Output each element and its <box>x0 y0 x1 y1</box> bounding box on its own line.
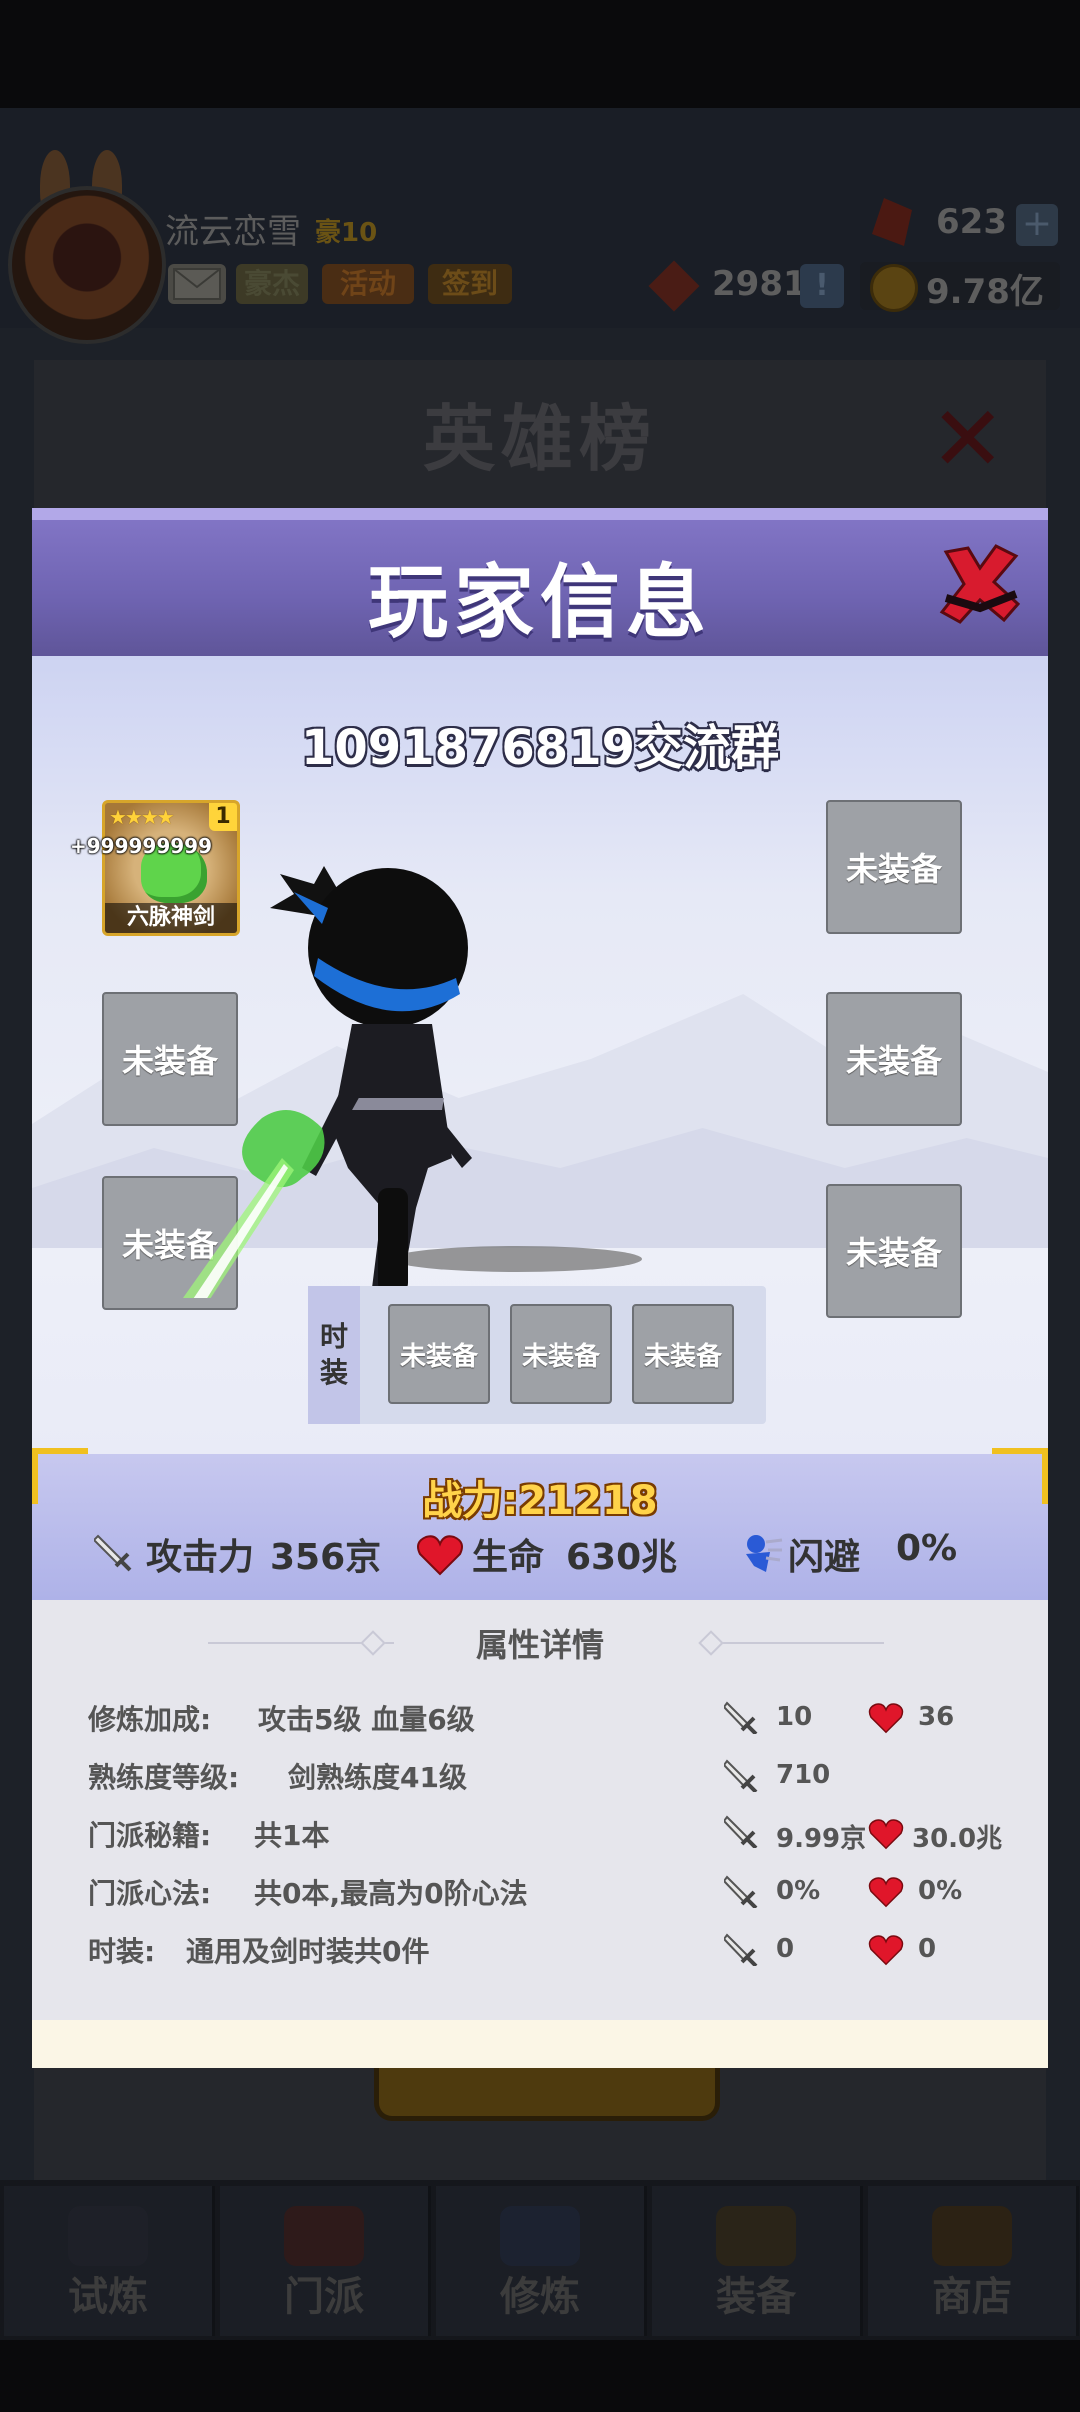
detail-hp-value: 30.0兆 <box>912 1824 1003 1854</box>
detail-row-label: 门派秘籍: <box>88 1819 212 1852</box>
gem-count: 623 <box>936 202 1007 242</box>
player-name: 1091876819交流群 <box>301 720 779 776</box>
hp-value: 630兆 <box>566 1537 678 1578</box>
player-info-modal: 玩家信息 1091876819交流群 ★★★★ 1 六脉神剑 +99999999… <box>32 508 1048 2068</box>
mail-icon <box>173 268 221 300</box>
detail-row-desc: 共1本 <box>254 1819 330 1852</box>
close-icon[interactable] <box>934 538 1024 628</box>
detail-row-desc: 剑熟练度41级 <box>288 1761 467 1794</box>
nav-label-equip: 装备 <box>716 2274 796 2320</box>
nav-label-sect: 门派 <box>284 2274 364 2320</box>
costume-label-char: 装 <box>319 1356 348 1389</box>
ninja-icon <box>68 2206 148 2266</box>
hero-board-title: 英雄榜 <box>422 397 657 481</box>
attack-label: 攻击力 <box>146 1537 255 1578</box>
coin-count: 9.78亿 <box>926 272 1044 312</box>
costume-slot[interactable]: 未装备 <box>510 1304 612 1404</box>
equipment-slot[interactable]: 未装备 <box>826 1184 962 1318</box>
activity-button[interactable]: 活动 <box>322 264 414 304</box>
detail-attack-value: 10 <box>776 1702 813 1732</box>
detail-hp-value: 0% <box>918 1876 963 1906</box>
dodge-icon <box>746 1535 783 1572</box>
detail-row-desc: 通用及剑时装共0件 <box>186 1935 430 1968</box>
dodge-value: 0% <box>896 1528 958 1569</box>
player-nickname: 流云恋雪 <box>165 212 301 252</box>
temple-icon <box>284 2206 364 2266</box>
detail-row-desc: 攻击5级 血量6级 <box>258 1703 475 1736</box>
nav-label-cultivate: 修炼 <box>500 2274 580 2320</box>
sword-icon <box>724 1875 758 1908</box>
detail-row-label: 门派心法: <box>88 1877 212 1910</box>
dodge-label: 闪避 <box>788 1537 861 1578</box>
mail-button[interactable] <box>168 264 226 304</box>
detail-attack-value: 710 <box>776 1760 831 1790</box>
detail-row-label: 时装: <box>88 1935 156 1968</box>
shop-icon <box>932 2206 1012 2266</box>
detail-attack-value: 0% <box>776 1876 821 1906</box>
signin-button[interactable]: 签到 <box>428 264 512 304</box>
costume-label: 时 装 <box>308 1286 360 1424</box>
combat-power: 战力:21218 <box>422 1478 658 1524</box>
hp-label: 生命 <box>472 1537 545 1578</box>
avatar[interactable] <box>8 186 166 344</box>
detail-row-desc: 共0本,最高为0阶心法 <box>254 1877 528 1910</box>
background-confirm-button <box>374 2060 720 2121</box>
swords-icon <box>716 2206 796 2266</box>
vip-level: 豪10 <box>315 218 378 248</box>
detail-hp-value: 36 <box>918 1702 955 1732</box>
heart-icon <box>868 1877 904 1908</box>
hero-board-close-icon[interactable]: ✕ <box>930 395 1005 485</box>
equipment-slot[interactable]: 未装备 <box>826 992 962 1126</box>
nav-label-trial: 试炼 <box>68 2274 148 2320</box>
details-title: 属性详情 <box>475 1626 604 1664</box>
modal-title: 玩家信息 <box>368 556 712 649</box>
hero-button[interactable]: 豪杰 <box>236 264 308 304</box>
detail-hp-value: 0 <box>918 1934 937 1964</box>
detail-row-label: 熟练度等级: <box>88 1761 240 1794</box>
costume-slot[interactable]: 未装备 <box>632 1304 734 1404</box>
sword-icon <box>724 1933 758 1966</box>
heart-icon <box>868 1819 904 1850</box>
detail-row-label: 修炼加成: <box>88 1703 212 1736</box>
book-icon <box>500 2206 580 2266</box>
rune-count: 2981 <box>712 264 807 304</box>
nav-label-shop: 商店 <box>932 2274 1012 2320</box>
detail-attack-value: 0 <box>776 1934 795 1964</box>
info-button[interactable]: ! <box>800 264 844 308</box>
equipment-slot[interactable]: 未装备 <box>826 800 962 934</box>
attack-value: 356京 <box>270 1537 382 1578</box>
costume-label-char: 时 <box>319 1320 348 1353</box>
heart-icon <box>868 1703 904 1734</box>
coin-icon <box>870 264 918 312</box>
costume-slot[interactable]: 未装备 <box>388 1304 490 1404</box>
heart-icon <box>868 1935 904 1966</box>
sword-icon <box>94 1534 132 1572</box>
modal-header-strip <box>32 508 1048 520</box>
plus-icon[interactable]: + <box>1016 204 1058 246</box>
sword-icon <box>724 1759 758 1792</box>
item-stars: ★★★★ <box>109 805 175 829</box>
sword-icon <box>724 1701 758 1734</box>
item-level-badge: 1 <box>209 803 237 831</box>
detail-attack-value: 9.99京 <box>776 1824 867 1854</box>
stickman-character <box>182 866 472 1298</box>
sword-icon <box>724 1815 758 1848</box>
heart-icon <box>417 1535 463 1576</box>
